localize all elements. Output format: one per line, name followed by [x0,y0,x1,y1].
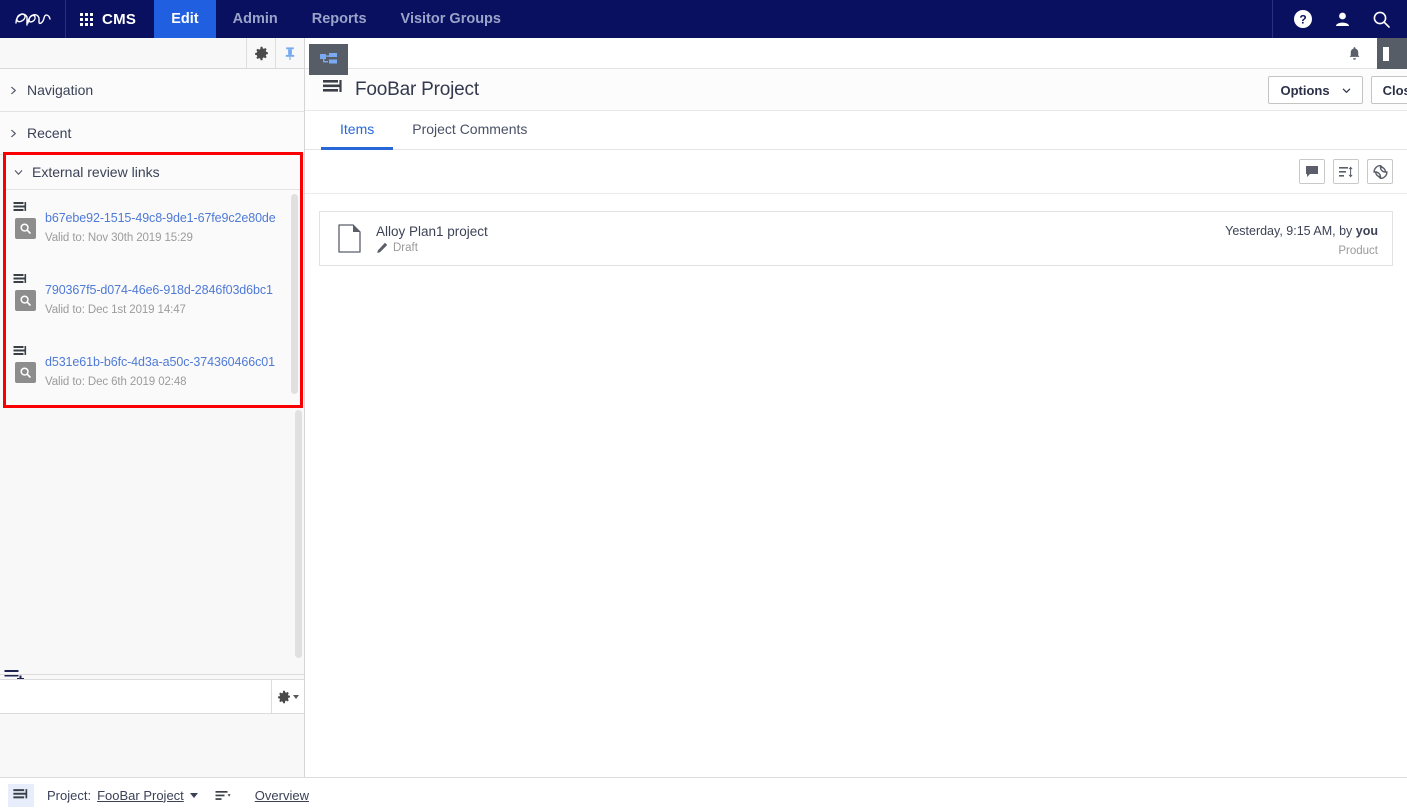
product-label: CMS [102,10,137,28]
sort-icon[interactable] [1333,159,1359,184]
list-item-modified-prefix: Yesterday, 9:15 AM, by [1225,224,1356,238]
chevron-right-icon [11,86,16,94]
svg-text:?: ? [1299,13,1306,27]
list-dropdown-icon[interactable] [215,789,232,802]
search-input[interactable] [0,680,271,713]
left-panel-toolbar [0,38,304,69]
page-title-text: FooBar Project [355,78,479,100]
review-link-text: d531e61b-b6fc-4d3a-a50c-374360466c01 Val… [45,355,275,388]
list-item-main: Alloy Plan1 project Draft [376,224,488,254]
review-link-id[interactable]: 790367f5-d074-46e6-918d-2846f03d6bc1 [45,283,273,297]
grid-apps-icon [80,12,93,26]
project-stack-icon[interactable] [8,783,34,807]
status-overview-link[interactable]: Overview [255,788,309,803]
search-icon[interactable] [1372,10,1391,29]
review-link-text: 790367f5-d074-46e6-918d-2846f03d6bc1 Val… [45,283,273,316]
list-item-modified: Yesterday, 9:15 AM, by you [1225,224,1378,238]
external-review-links-header[interactable]: External review links [6,155,300,190]
help-circle-icon[interactable]: ? [1293,9,1313,29]
chevron-down-icon [1342,88,1350,93]
chevron-right-icon [11,129,16,137]
options-label: Options [1280,82,1330,98]
caret-down-icon[interactable] [189,792,198,798]
list-item[interactable]: b67ebe92-1515-49c8-9de1-67fe9c2e80de Val… [6,190,300,262]
nav-item-edit[interactable]: Edit [154,0,216,38]
tab-project-comments[interactable]: Project Comments [393,111,546,150]
sidebar-section-navigation[interactable]: Navigation [0,69,304,112]
pencil-icon [377,242,388,253]
list-item-status: Draft [376,242,488,254]
status-project-name[interactable]: FooBar Project [97,788,184,803]
sidebar-section-recent[interactable]: Recent [0,112,304,155]
external-review-scrollbar[interactable] [291,194,298,394]
list-item[interactable]: Alloy Plan1 project Draft Yesterday, 9:1… [319,211,1393,266]
comment-icon[interactable] [1299,159,1325,184]
review-link-id[interactable]: d531e61b-b6fc-4d3a-a50c-374360466c01 [45,355,275,369]
sidebar-section-label: Recent [27,125,72,141]
magnifier-icon[interactable] [15,362,36,383]
options-button[interactable]: Options [1268,76,1363,104]
list-item[interactable]: d531e61b-b6fc-4d3a-a50c-374360466c01 Val… [6,334,300,405]
tab-items[interactable]: Items [321,111,394,150]
topbar-nav: Edit Admin Reports Visitor Groups [154,0,518,38]
magnifier-icon[interactable] [15,290,36,311]
document-icon [338,224,362,253]
user-icon[interactable] [1333,10,1352,29]
tab-bar: Items Project Comments [305,111,1407,150]
left-panel: Navigation Recent External review links [0,38,305,812]
epi-logo-icon[interactable] [0,0,66,38]
list-item-meta: Yesterday, 9:15 AM, by you Product [1225,222,1378,257]
list-item-category: Product [1338,245,1378,257]
cms-product-button[interactable]: CMS [66,0,154,38]
sidebar-section-label: Navigation [27,82,94,98]
chevron-down-icon [14,169,23,175]
review-link-id[interactable]: b67ebe92-1515-49c8-9de1-67fe9c2e80de [45,211,276,225]
left-panel-search-row [0,679,304,714]
nav-item-visitor-groups[interactable]: Visitor Groups [384,0,518,38]
external-review-links-panel: External review links b67ebe92-1515-49c8… [3,152,303,408]
nav-item-admin[interactable]: Admin [216,0,295,38]
list-item-modified-author: you [1355,224,1378,238]
review-link-text: b67ebe92-1515-49c8-9de1-67fe9c2e80de Val… [45,211,276,244]
main-top-right-actions [1331,38,1407,69]
page-header-actions: Options Close [1268,76,1407,104]
page-title: FooBar Project [305,77,479,103]
hierarchy-tree-icon[interactable] [309,44,348,75]
close-label: Close [1382,82,1407,98]
pin-icon[interactable] [275,38,304,68]
caret-down-icon [293,694,299,699]
left-panel-divider [0,674,304,675]
review-link-valid-to: Valid to: Dec 6th 2019 02:48 [45,376,187,388]
status-bar: Project: FooBar Project Overview [0,777,1407,812]
left-panel-scrollbar[interactable] [295,410,302,658]
external-review-links-title: External review links [32,164,160,180]
main-content: FooBar Project Options Close Items Proje… [305,38,1407,812]
main-top-strip [305,38,1407,75]
project-stack-icon [321,77,344,103]
gear-icon[interactable] [246,38,275,68]
list-toolbar [305,150,1407,194]
global-topbar: CMS Edit Admin Reports Visitor Groups ? [0,0,1407,38]
bell-icon[interactable] [1331,46,1377,62]
list-item-status-text: Draft [393,241,418,254]
panel-toggle-icon[interactable] [1377,38,1407,69]
external-review-links-list: b67ebe92-1515-49c8-9de1-67fe9c2e80de Val… [6,190,300,405]
nav-item-reports[interactable]: Reports [295,0,384,38]
review-link-valid-to: Valid to: Nov 30th 2019 15:29 [45,232,193,244]
list-item-title: Alloy Plan1 project [376,223,488,239]
magnifier-icon[interactable] [15,218,36,239]
review-link-valid-to: Valid to: Dec 1st 2019 14:47 [45,304,186,316]
close-button[interactable]: Close [1370,76,1407,104]
topbar-right-actions: ? [1272,0,1407,38]
items-list: Alloy Plan1 project Draft Yesterday, 9:1… [305,194,1407,266]
page-header: FooBar Project Options Close [305,69,1407,111]
refresh-icon[interactable] [1367,159,1393,184]
gear-dropdown-icon[interactable] [271,680,304,713]
list-item[interactable]: 790367f5-d074-46e6-918d-2846f03d6bc1 Val… [6,262,300,334]
status-project-label: Project: [47,787,92,803]
